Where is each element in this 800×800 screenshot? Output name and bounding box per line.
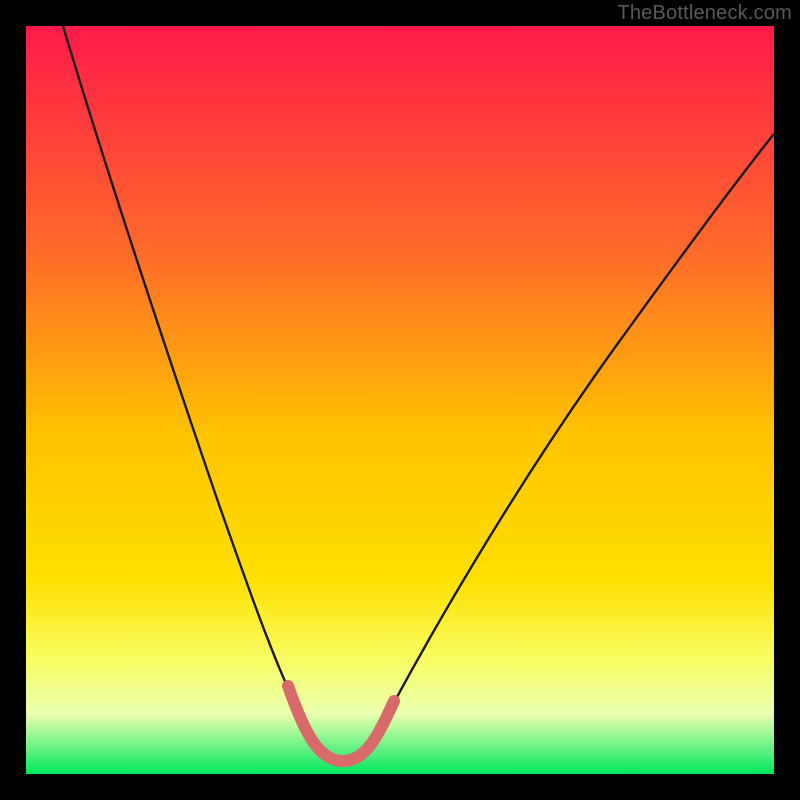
chart-frame: TheBottleneck.com [0, 0, 800, 800]
plot-area [26, 26, 774, 774]
gradient-background [26, 26, 774, 774]
plot-svg [26, 26, 774, 774]
watermark-text: TheBottleneck.com [617, 2, 792, 25]
